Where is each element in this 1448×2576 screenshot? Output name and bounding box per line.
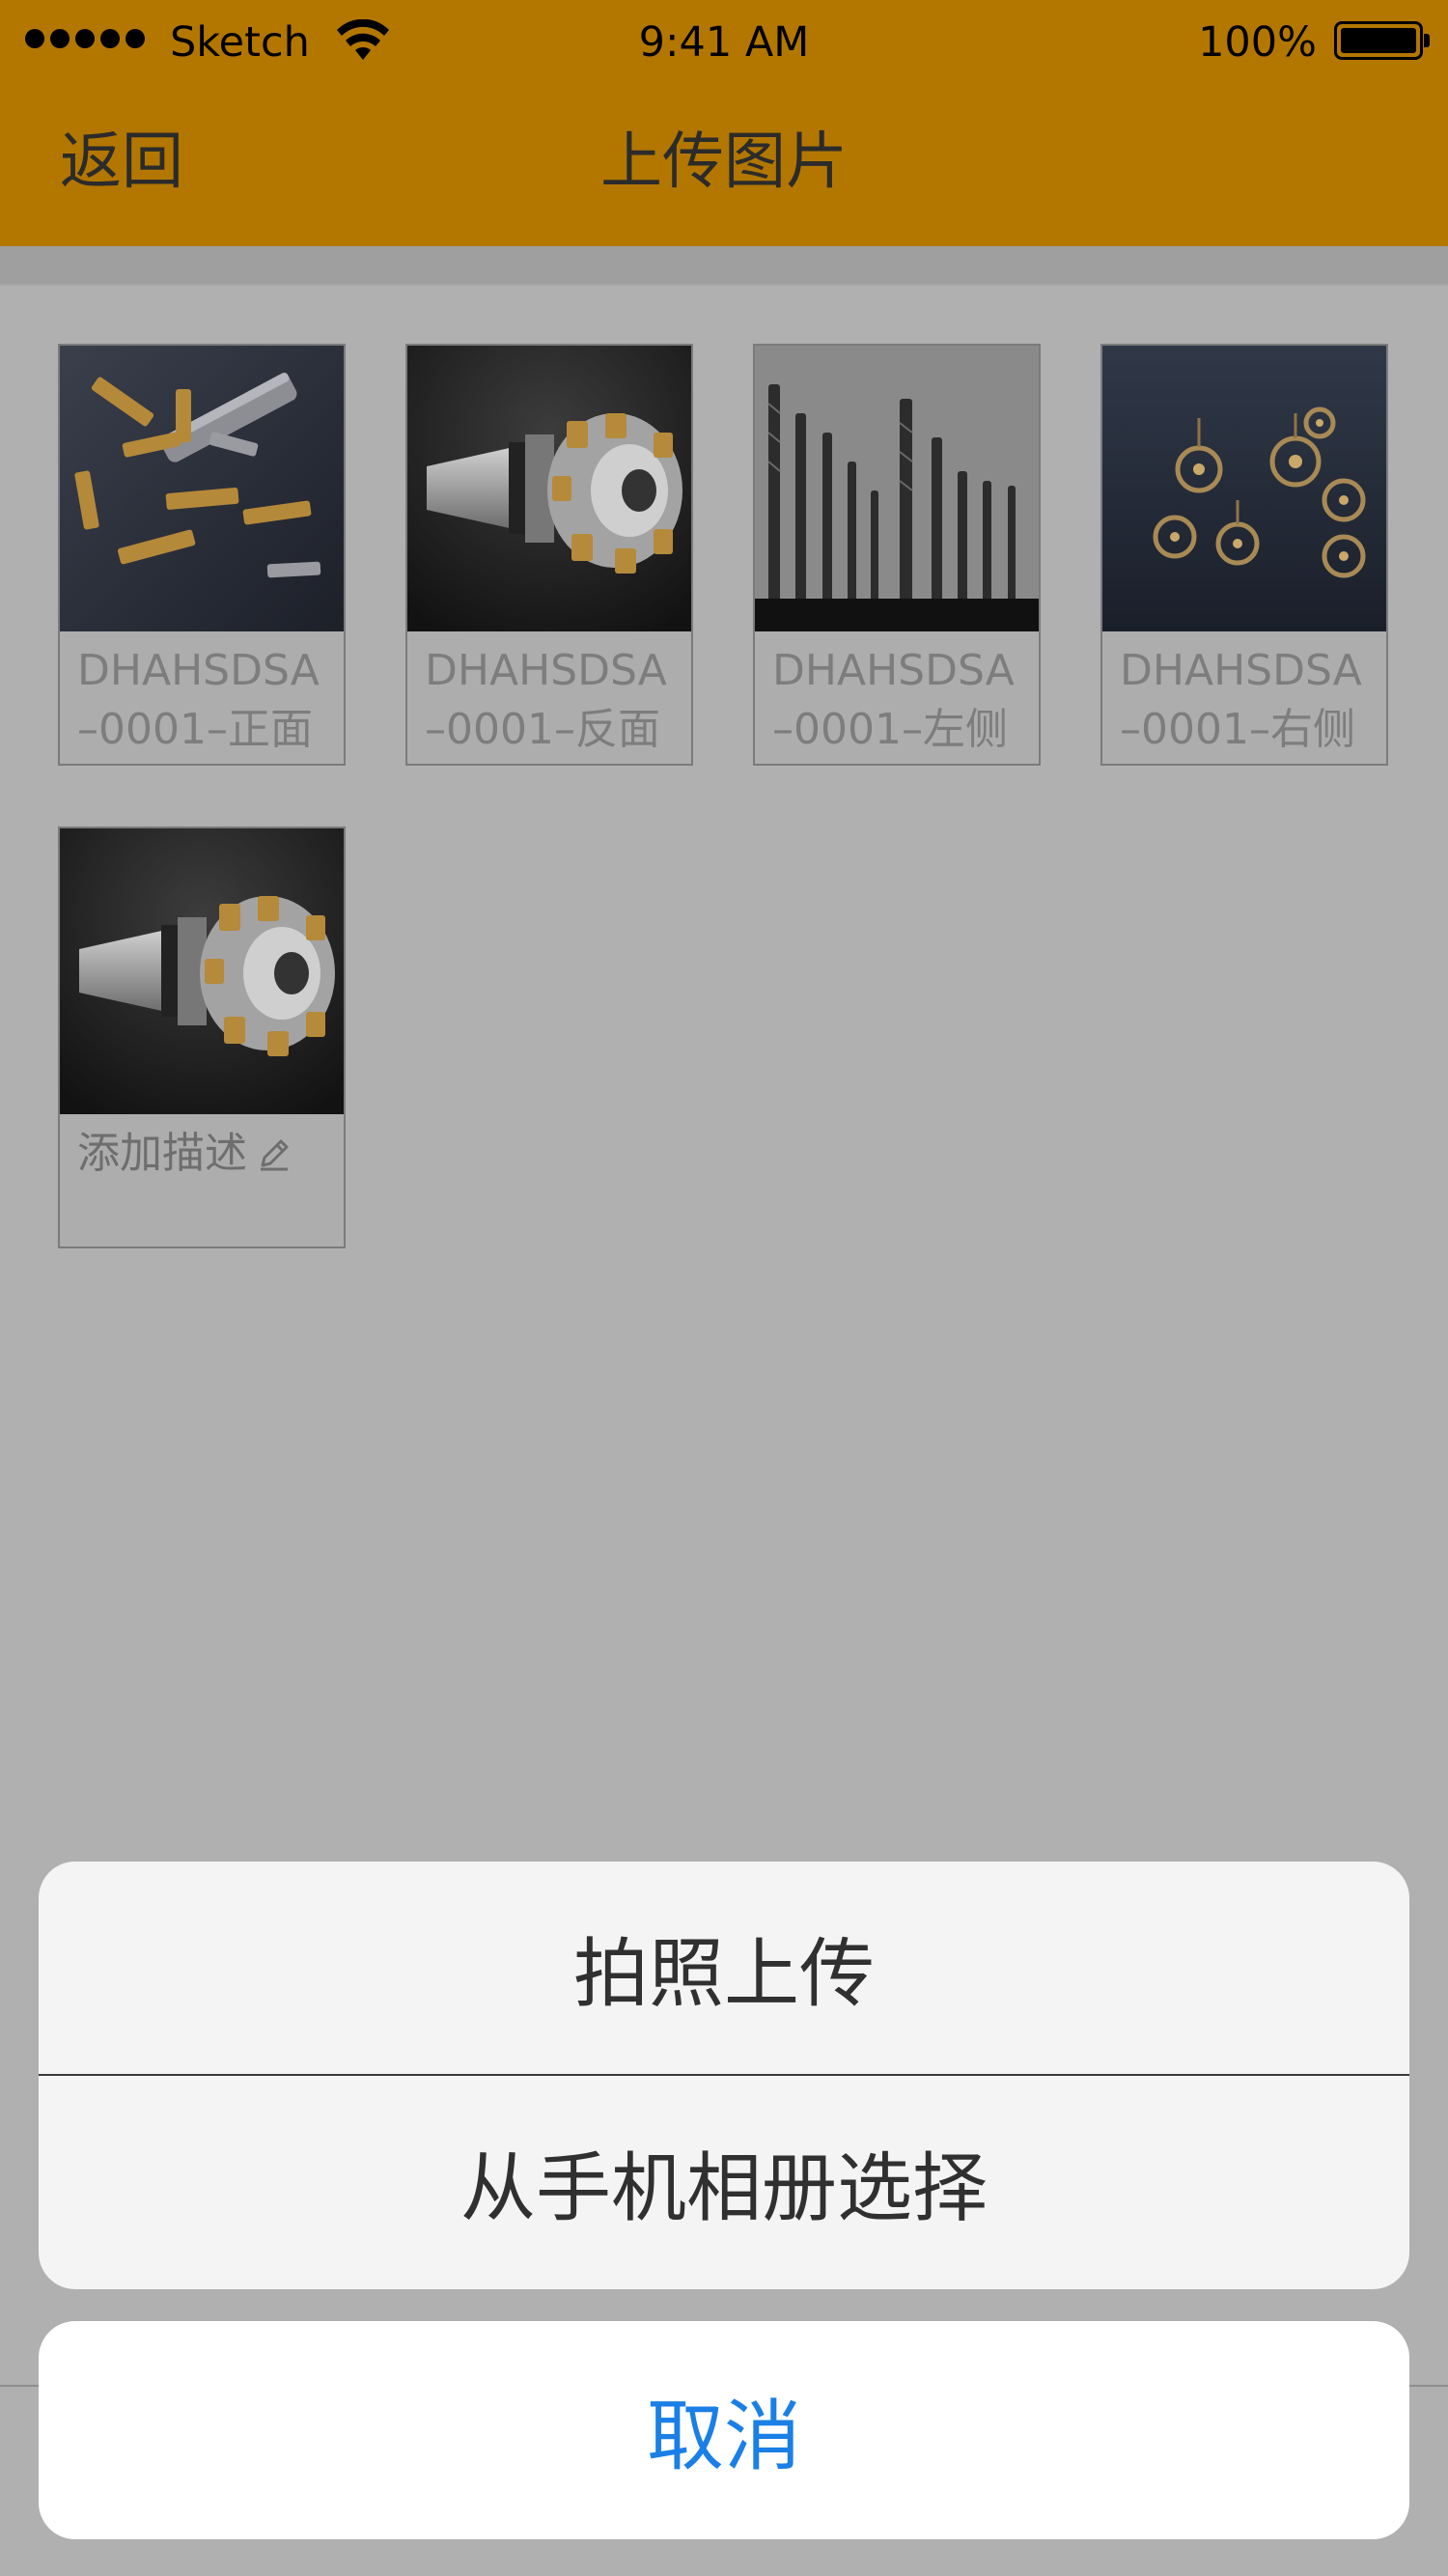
drill-bits-thumbnail (755, 346, 1039, 631)
image-caption: DHAHSDSA –0001–右侧 (1120, 641, 1380, 759)
image-caption: DHAHSDSA –0001–反面 (425, 641, 685, 759)
caption-side: –0001–反面 (425, 705, 660, 754)
milling-cutter-thumbnail (60, 828, 344, 1114)
top-bar: Sketch 9:41 AM 100% 返回 上传图片 (0, 0, 1448, 246)
caption-side: –0001–左侧 (772, 705, 1008, 754)
choose-from-album-button[interactable]: 从手机相册选择 (39, 2076, 1409, 2288)
caption-side: –0001–正面 (77, 705, 313, 754)
caption-side: –0001–右侧 (1120, 705, 1355, 754)
caption-code: DHAHSDSA (77, 646, 320, 695)
take-photo-button[interactable]: 拍照上传 (39, 1862, 1409, 2074)
add-description-field[interactable]: 添加描述 (77, 1124, 338, 1183)
cancel-button[interactable]: 取消 (39, 2321, 1409, 2539)
new-image-card[interactable]: 添加描述 (58, 826, 346, 1248)
status-bar: Sketch 9:41 AM 100% (0, 0, 1448, 85)
pencil-icon (261, 1139, 289, 1170)
image-card[interactable]: DHAHSDSA –0001–反面 (405, 344, 693, 766)
torx-bits-thumbnail (60, 346, 344, 631)
watch-gears-thumbnail (1102, 346, 1386, 631)
caption-code: DHAHSDSA (425, 646, 667, 695)
nav-shadow (0, 246, 1448, 285)
add-description-label: 添加描述 (77, 1129, 247, 1178)
image-card[interactable]: DHAHSDSA –0001–正面 (58, 344, 346, 766)
page-title: 上传图片 (600, 126, 848, 198)
caption-code: DHAHSDSA (1120, 646, 1362, 695)
milling-cutter-thumbnail (407, 346, 691, 631)
divider (0, 284, 1448, 286)
image-caption: DHAHSDSA –0001–正面 (77, 641, 338, 759)
battery-percentage: 100% (1198, 18, 1317, 67)
caption-code: DHAHSDSA (772, 646, 1015, 695)
action-sheet: 拍照上传 从手机相册选择 (39, 1862, 1409, 2289)
battery-icon (1334, 21, 1430, 60)
image-card[interactable]: DHAHSDSA –0001–右侧 (1100, 344, 1388, 766)
image-card[interactable]: DHAHSDSA –0001–左侧 (753, 344, 1041, 766)
image-caption: DHAHSDSA –0001–左侧 (772, 641, 1033, 759)
